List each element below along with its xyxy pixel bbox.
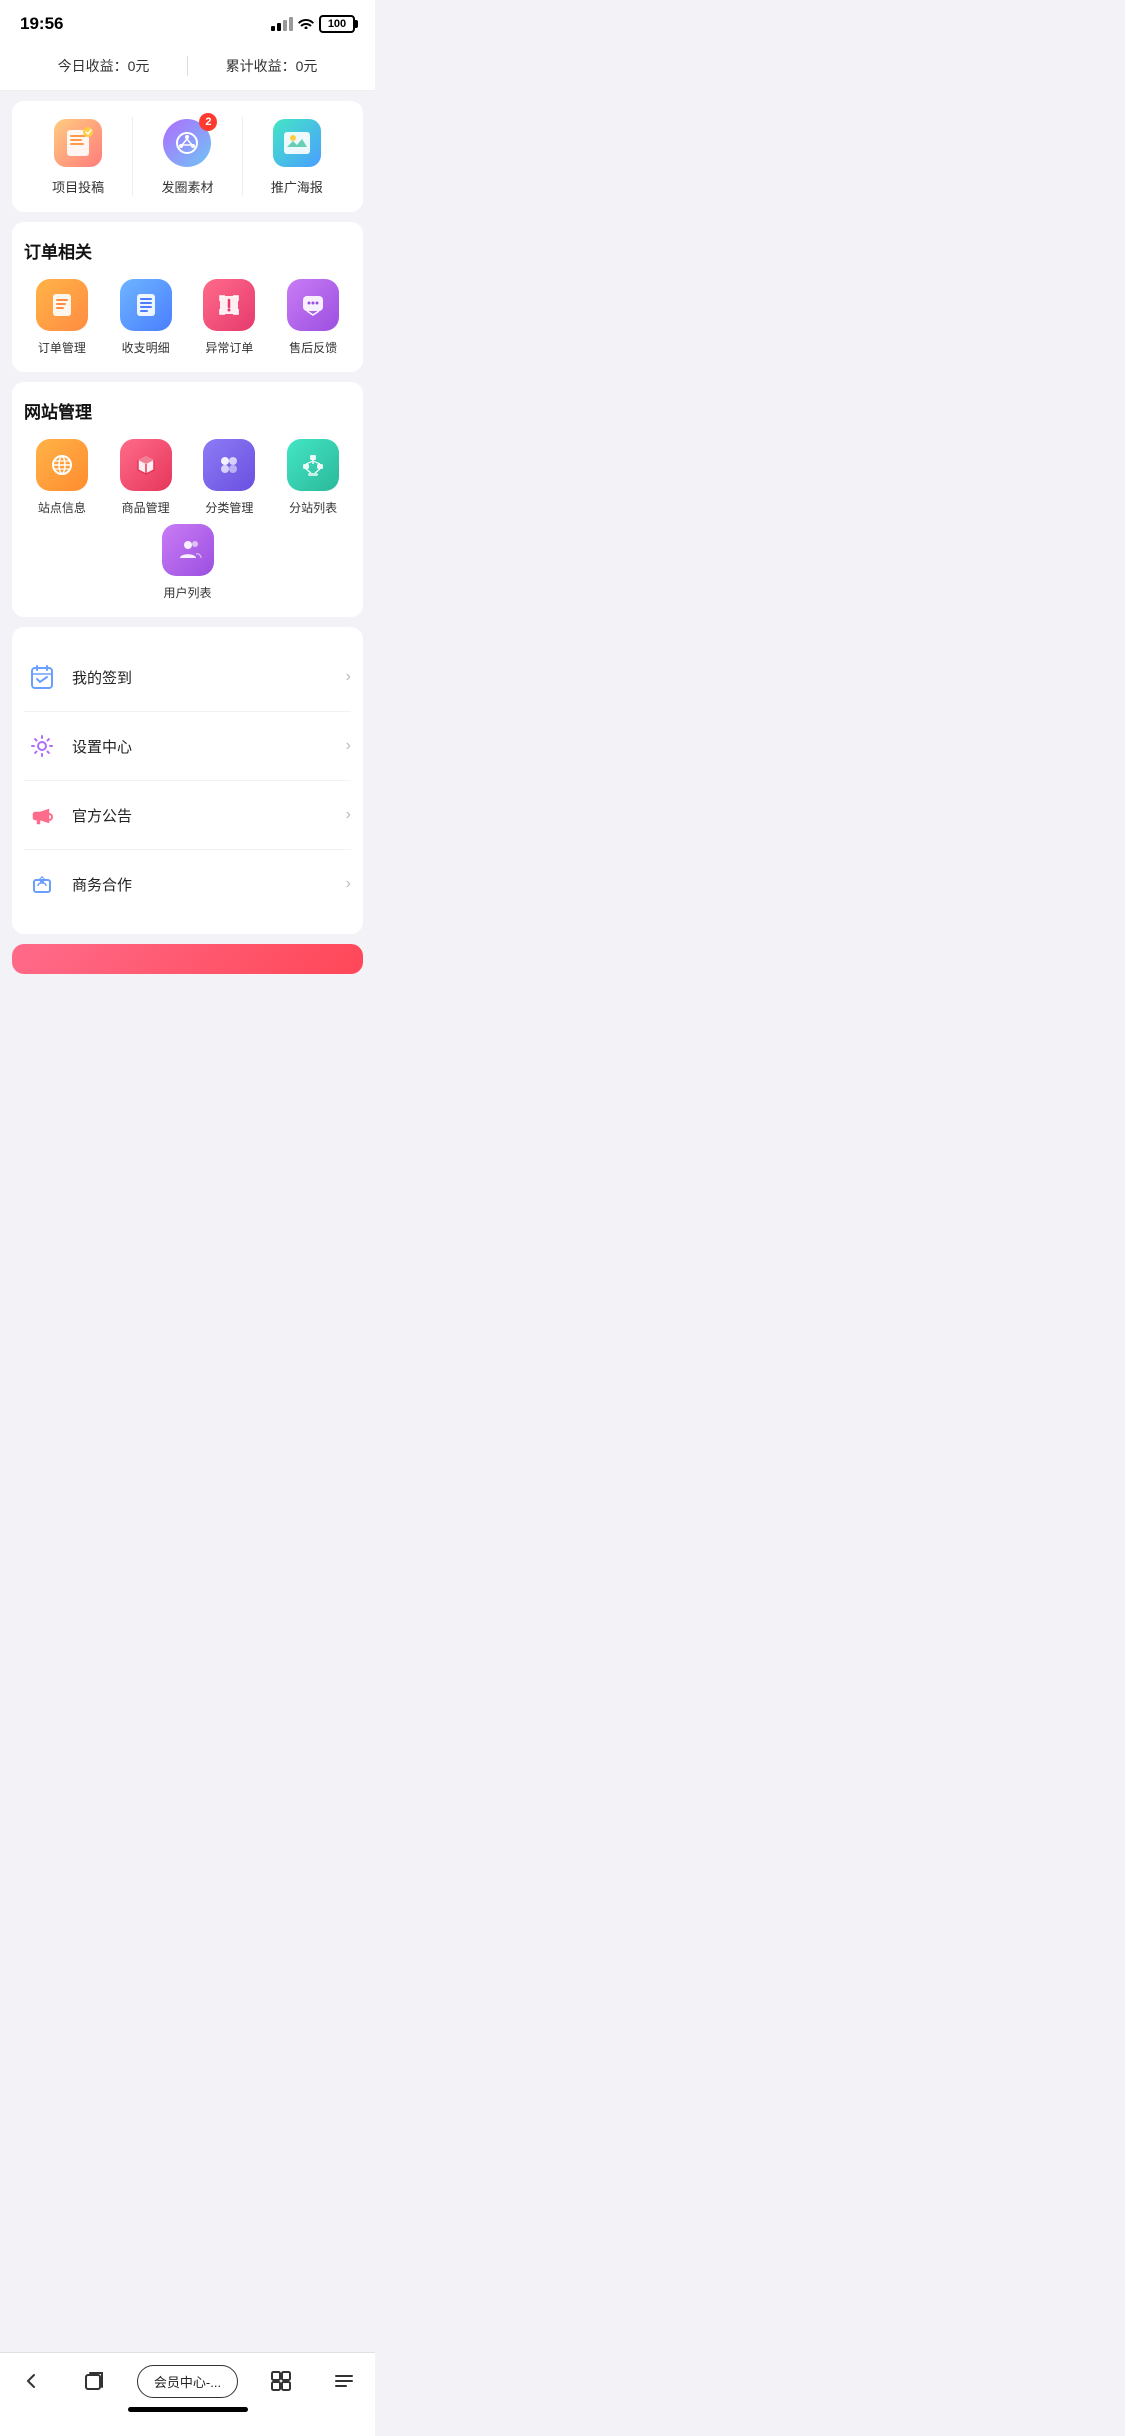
website-section-title: 网站管理 xyxy=(24,398,351,423)
status-bar: 19:56 100 xyxy=(0,0,375,42)
finance-detail-item[interactable]: 收支明细 xyxy=(112,279,180,356)
announcement-chevron: › xyxy=(346,806,351,824)
website-icon-grid: 站点信息 商品管理 xyxy=(24,439,351,601)
nav-window-button[interactable] xyxy=(74,2363,114,2399)
user-list-icon xyxy=(162,524,214,576)
settings-chevron: › xyxy=(346,737,351,755)
checkin-label: 我的签到 xyxy=(72,667,346,688)
site-info-label: 站点信息 xyxy=(38,499,86,516)
announcement-svg xyxy=(28,801,56,829)
bottom-nav-row: 会员中心-... xyxy=(0,2363,375,2399)
project-icon-wrapper xyxy=(52,117,104,169)
finance-detail-icon xyxy=(120,279,172,331)
announcement-icon xyxy=(24,797,60,833)
project-icon xyxy=(54,119,102,167)
user-list-label: 用户列表 xyxy=(163,584,211,601)
order-management-icon xyxy=(36,279,88,331)
substation-list-item[interactable]: 分站列表 xyxy=(279,439,347,516)
moments-badge: 2 xyxy=(199,113,217,131)
users-icon xyxy=(174,536,202,564)
cooperation-chevron: › xyxy=(346,875,351,893)
product-icon xyxy=(132,451,160,479)
category-icon xyxy=(215,451,243,479)
order-management-label: 订单管理 xyxy=(38,339,86,356)
after-sales-item[interactable]: 售后反馈 xyxy=(279,279,347,356)
poster-icon xyxy=(273,119,321,167)
checkin-svg xyxy=(28,663,56,691)
poster-label: 推广海报 xyxy=(271,177,323,196)
quick-actions-card: 项目投稿 xyxy=(12,101,363,212)
cooperation-svg xyxy=(28,870,56,898)
earnings-bar: 今日收益：0元 累计收益：0元 xyxy=(0,42,375,91)
moments-icon-wrapper: 2 xyxy=(161,117,213,169)
substation-list-icon xyxy=(287,439,339,491)
order-icon-grid: 订单管理 收支明细 xyxy=(24,279,351,356)
announcement-item[interactable]: 官方公告 › xyxy=(24,781,351,850)
order-section-title: 订单相关 xyxy=(24,238,351,263)
feedback-icon xyxy=(299,291,327,319)
nav-center-button[interactable]: 会员中心-... xyxy=(137,2365,238,2398)
quick-actions-row: 项目投稿 xyxy=(24,117,351,196)
bottom-nav: 会员中心-... xyxy=(0,2352,375,2436)
home-indicator xyxy=(128,2407,248,2412)
poster-icon-wrapper xyxy=(271,117,323,169)
status-time: 19:56 xyxy=(20,14,63,34)
order-section-card: 订单相关 订单管理 xyxy=(12,222,363,372)
settings-item[interactable]: 设置中心 › xyxy=(24,712,351,781)
product-mgmt-icon xyxy=(120,439,172,491)
nav-menu-button[interactable] xyxy=(324,2363,364,2399)
quick-action-project[interactable]: 项目投稿 xyxy=(24,117,133,196)
battery-icon: 100 xyxy=(319,15,355,33)
settings-label: 设置中心 xyxy=(72,736,346,757)
user-list-item[interactable]: 用户列表 xyxy=(154,524,222,601)
site-info-icon xyxy=(36,439,88,491)
abnormal-order-item[interactable]: 异常订单 xyxy=(195,279,263,356)
settings-svg xyxy=(28,732,56,760)
substation-list-label: 分站列表 xyxy=(289,499,337,516)
nav-apps-button[interactable] xyxy=(261,2363,301,2399)
site-info-item[interactable]: 站点信息 xyxy=(28,439,96,516)
wifi-icon xyxy=(298,16,314,32)
after-sales-label: 售后反馈 xyxy=(289,339,337,356)
category-mgmt-item[interactable]: 分类管理 xyxy=(195,439,263,516)
checkin-item[interactable]: 我的签到 › xyxy=(24,643,351,712)
cooperation-icon xyxy=(24,866,60,902)
abnormal-order-label: 异常订单 xyxy=(205,339,253,356)
moments-label: 发圈素材 xyxy=(161,177,213,196)
finance-detail-label: 收支明细 xyxy=(122,339,170,356)
checkin-chevron: › xyxy=(346,668,351,686)
checkin-icon xyxy=(24,659,60,695)
cooperation-item[interactable]: 商务合作 › xyxy=(24,850,351,918)
substation-icon xyxy=(299,451,327,479)
site-icon xyxy=(48,451,76,479)
nav-back-button[interactable] xyxy=(11,2363,51,2399)
quick-action-poster[interactable]: 推广海报 xyxy=(243,117,351,196)
announcement-label: 官方公告 xyxy=(72,805,346,826)
category-mgmt-icon xyxy=(203,439,255,491)
abnormal-order-icon xyxy=(203,279,255,331)
quick-action-moments[interactable]: 2 发圈素材 xyxy=(133,117,242,196)
order-management-item[interactable]: 订单管理 xyxy=(28,279,96,356)
abnormal-icon xyxy=(215,291,243,319)
settings-icon xyxy=(24,728,60,764)
today-earnings: 今日收益：0元 xyxy=(20,56,187,76)
product-mgmt-label: 商品管理 xyxy=(122,499,170,516)
category-mgmt-label: 分类管理 xyxy=(205,499,253,516)
status-icons: 100 xyxy=(271,15,355,33)
cooperation-label: 商务合作 xyxy=(72,874,346,895)
finance-icon xyxy=(132,291,160,319)
signal-icon xyxy=(271,17,293,31)
project-label: 项目投稿 xyxy=(52,177,104,196)
product-mgmt-item[interactable]: 商品管理 xyxy=(112,439,180,516)
list-card: 我的签到 › 设置中心 › 官方公告 › xyxy=(12,627,363,934)
after-sales-icon xyxy=(287,279,339,331)
total-earnings: 累计收益：0元 xyxy=(188,56,355,76)
website-section-card: 网站管理 站点信息 xyxy=(12,382,363,617)
order-icon xyxy=(48,291,76,319)
partial-bottom-card xyxy=(12,944,363,974)
